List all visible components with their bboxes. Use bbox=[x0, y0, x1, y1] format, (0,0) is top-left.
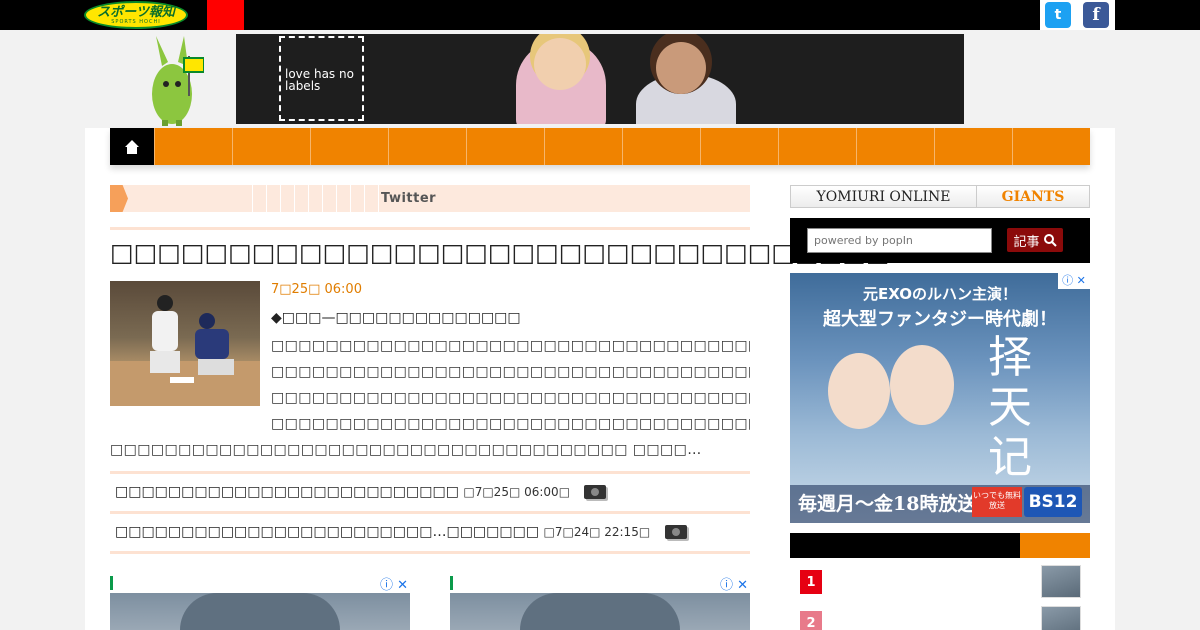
ad-choices-icon[interactable]: ⓘ ✕ bbox=[380, 574, 408, 593]
breadcrumb-segment[interactable] bbox=[267, 185, 281, 212]
social-links: t f bbox=[1040, 0, 1115, 30]
logo-subtext: SPORTS HOCHI bbox=[111, 18, 161, 25]
nav-item-12[interactable] bbox=[1012, 128, 1090, 165]
nav-item-11[interactable] bbox=[934, 128, 1012, 165]
nav-item-8[interactable] bbox=[700, 128, 778, 165]
breadcrumb-segment[interactable] bbox=[281, 185, 295, 212]
facebook-icon[interactable]: f bbox=[1083, 2, 1109, 28]
breadcrumb-segment[interactable] bbox=[337, 185, 351, 212]
home-button[interactable] bbox=[110, 128, 154, 165]
body-line-last: □□□□□□□□□□□□□□□□□□□□□□□□□□□□□□□□□□□□□□ □… bbox=[110, 442, 702, 458]
inline-ad-right[interactable]: ⓘ ✕ bbox=[450, 574, 750, 630]
ranking-tab[interactable] bbox=[1020, 533, 1090, 558]
breadcrumb-current: Twitter bbox=[381, 191, 437, 206]
divider bbox=[110, 551, 750, 554]
related-link[interactable]: □□□□□□□□□□□□□□□□□□□□□□□□□□ □7□25□ 06:00□ bbox=[115, 484, 607, 500]
tab-giants[interactable]: GIANTS bbox=[977, 186, 1089, 207]
twitter-icon[interactable]: t bbox=[1045, 2, 1071, 28]
article-body: □□□□□□□□□□□□□□□□□□□□□□□□□□□□□□□□□□□ □□□□□… bbox=[110, 333, 750, 463]
ranking-thumbnail[interactable] bbox=[1041, 565, 1081, 598]
breadcrumb-segment[interactable] bbox=[253, 185, 267, 212]
breadcrumb-segment[interactable] bbox=[239, 185, 253, 212]
article-title: □□□□□□□□□□□□□□□□□□□□□□□□□□□□□□□□□ bbox=[110, 238, 890, 267]
header: love has no labels bbox=[0, 30, 1200, 128]
search-icon bbox=[1043, 234, 1057, 247]
rank-badge: 1 bbox=[800, 570, 822, 594]
nav-item-5[interactable] bbox=[466, 128, 544, 165]
body-line: □□□□□□□□□□□□□□□□□□□□□□□□□□□□□□□□□□□□□□□□… bbox=[271, 338, 750, 354]
ranking-header bbox=[790, 533, 1090, 558]
ad-marker bbox=[450, 576, 453, 590]
sidebar-ad[interactable]: ⓘ ✕ 元EXOのルハン主演！ 超大型ファンタジー時代劇！ 择天记 毎週月〜金1… bbox=[790, 273, 1090, 523]
ad-logo: 择天记 bbox=[988, 332, 1032, 483]
related-date: □7□24□ 22:15□ bbox=[543, 525, 651, 539]
ad-marker bbox=[110, 576, 113, 590]
divider bbox=[110, 227, 750, 230]
article-lead: ◆□□□—□□□□□□□□□□□□□□ bbox=[271, 310, 521, 326]
ad-schedule: 毎週月〜金18時放送 bbox=[798, 493, 977, 515]
related-date: □7□25□ 06:00□ bbox=[463, 485, 571, 499]
tab-yomiuri-online[interactable]: YOMIURI ONLINE bbox=[791, 186, 977, 207]
sidebar-tabs: YOMIURI ONLINE GIANTS bbox=[790, 185, 1090, 208]
nav-item-6[interactable] bbox=[544, 128, 622, 165]
banner-child-left-head bbox=[534, 38, 586, 90]
ad-free-badge: いつでも無料放送 bbox=[972, 487, 1022, 517]
rank-badge: 2 bbox=[800, 611, 822, 630]
nav-item-4[interactable] bbox=[388, 128, 466, 165]
breadcrumb-segment[interactable] bbox=[365, 185, 379, 212]
search-box: 記事 bbox=[790, 218, 1090, 263]
banner-ad[interactable]: love has no labels bbox=[236, 34, 964, 124]
camera-icon bbox=[664, 525, 687, 539]
breadcrumb: Twitter bbox=[110, 185, 750, 212]
breadcrumb-segment[interactable] bbox=[351, 185, 365, 212]
logo-text: スポーツ報知 bbox=[97, 4, 175, 20]
body-line: □□□□□□□□□□□□□□□□□□□□□□□□□□□□□□□□□□□□□□□□… bbox=[271, 364, 750, 380]
ranking-thumbnail[interactable] bbox=[1041, 606, 1081, 630]
ad-actor bbox=[890, 345, 954, 425]
divider bbox=[110, 471, 750, 474]
nav-item-10[interactable] bbox=[856, 128, 934, 165]
breadcrumb-segment[interactable] bbox=[295, 185, 309, 212]
related-link[interactable]: □□□□□□□□□□□□□□□□□□□□□□□□…□□□□□□□ □7□24□ … bbox=[115, 524, 687, 540]
nav-item-9[interactable] bbox=[778, 128, 856, 165]
ad-headline: 元EXOのルハン主演！ bbox=[862, 285, 1018, 303]
article-date: 7□25□ 06:00 bbox=[271, 282, 362, 297]
search-input[interactable] bbox=[807, 228, 992, 253]
breadcrumb-segment[interactable] bbox=[323, 185, 337, 212]
related-title: □□□□□□□□□□□□□□□□□□□□□□□□□□ bbox=[115, 484, 459, 500]
inline-ad-left[interactable]: ⓘ ✕ bbox=[110, 574, 410, 630]
nav-item-1[interactable] bbox=[154, 128, 232, 165]
ad-actress bbox=[828, 353, 890, 429]
ad-channel-badge: BS12 bbox=[1024, 487, 1082, 517]
home-icon bbox=[125, 139, 139, 154]
ad-image[interactable] bbox=[450, 593, 750, 630]
breadcrumb-segment[interactable] bbox=[309, 185, 323, 212]
red-badge[interactable] bbox=[207, 0, 244, 30]
breadcrumb-arrow-icon bbox=[110, 185, 128, 212]
body-line: □□□□□□□□□□□□□□□□□□□□□□□□□□□□□□□□□□□□□□□□… bbox=[271, 390, 750, 406]
site-logo[interactable]: スポーツ報知 SPORTS HOCHI bbox=[84, 1, 188, 29]
nav-item-2[interactable] bbox=[232, 128, 310, 165]
divider bbox=[110, 511, 750, 514]
related-title: □□□□□□□□□□□□□□□□□□□□□□□□…□□□□□□□ bbox=[115, 524, 540, 540]
body-line: □□□□□□□□□□□□□□□□□□□□□□□□□□□□□□□□□□□□□□□□… bbox=[271, 416, 750, 432]
nav-item-3[interactable] bbox=[310, 128, 388, 165]
camera-icon bbox=[584, 485, 607, 499]
ad-choices-icon[interactable]: ⓘ ✕ bbox=[720, 574, 748, 593]
search-button[interactable]: 記事 bbox=[1007, 228, 1063, 252]
ad-image[interactable] bbox=[110, 593, 410, 630]
mascot-icon bbox=[152, 36, 204, 126]
banner-child-right-head bbox=[656, 42, 706, 94]
ad-subheadline: 超大型ファンタジー時代劇！ bbox=[823, 309, 1057, 330]
banner-logo: love has no labels bbox=[279, 36, 364, 121]
nav-item-7[interactable] bbox=[622, 128, 700, 165]
main-nav bbox=[110, 128, 1090, 165]
